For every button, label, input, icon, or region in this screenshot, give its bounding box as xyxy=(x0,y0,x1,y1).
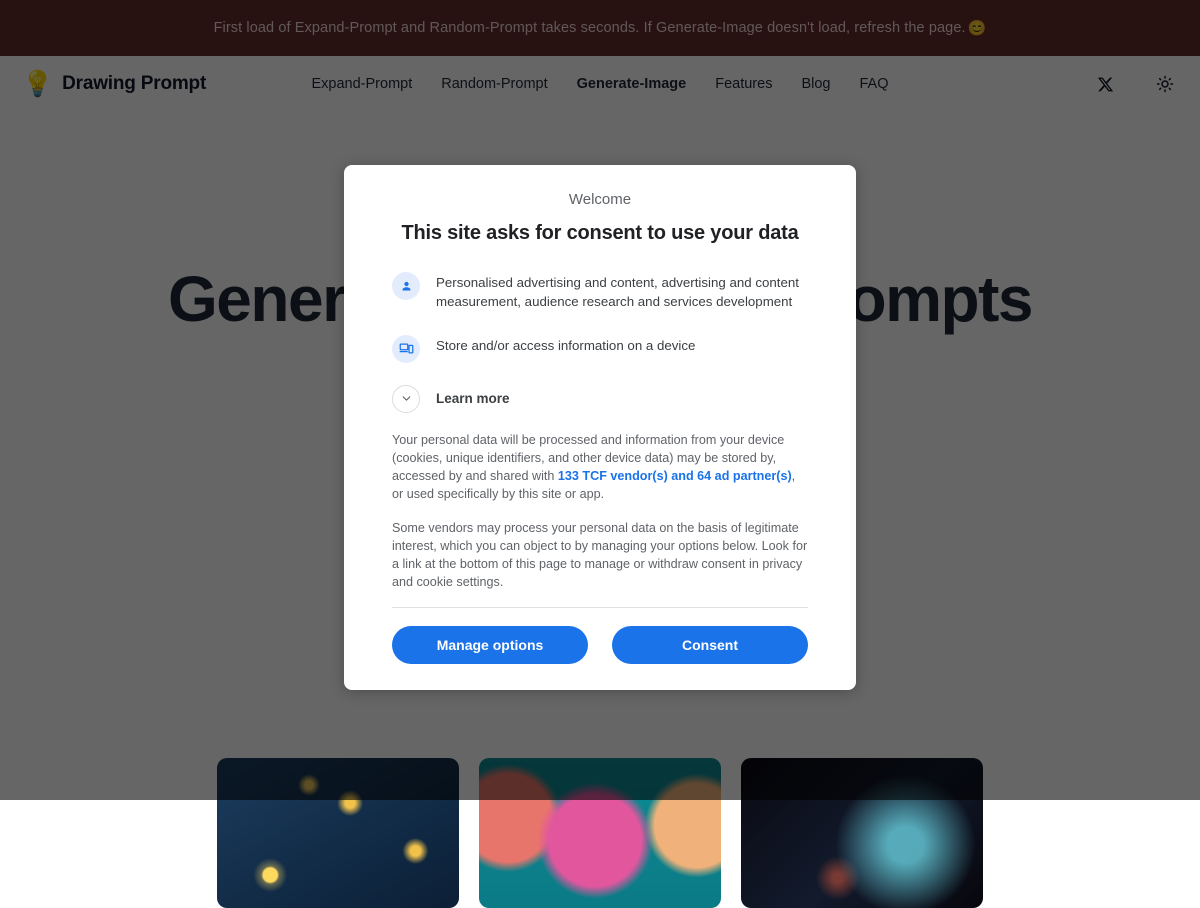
consent-purpose-label: Store and/or access information on a dev… xyxy=(436,334,695,355)
consent-overlay: Welcome This site asks for consent to us… xyxy=(0,0,1200,800)
consent-purpose-label: Personalised advertising and content, ad… xyxy=(436,271,808,312)
consent-actions: Manage options Consent xyxy=(392,626,808,664)
devices-icon xyxy=(392,335,420,363)
manage-options-button[interactable]: Manage options xyxy=(392,626,588,664)
consent-purpose-personalised-ads: Personalised advertising and content, ad… xyxy=(392,271,808,312)
consent-learn-more-toggle[interactable]: Learn more xyxy=(392,385,808,413)
consent-divider xyxy=(392,607,808,608)
consent-button[interactable]: Consent xyxy=(612,626,808,664)
consent-title: This site asks for consent to use your d… xyxy=(392,222,808,245)
consent-purpose-device-storage: Store and/or access information on a dev… xyxy=(392,334,808,363)
tcf-vendors-link[interactable]: 133 TCF vendor(s) and 64 ad partner(s) xyxy=(558,469,792,483)
consent-learn-more-label: Learn more xyxy=(436,391,510,406)
consent-welcome: Welcome xyxy=(392,191,808,208)
consent-paragraph-1: Your personal data will be processed and… xyxy=(392,431,808,503)
consent-dialog: Welcome This site asks for consent to us… xyxy=(344,165,856,690)
chevron-down-icon xyxy=(392,385,420,413)
consent-paragraph-2: Some vendors may process your personal d… xyxy=(392,519,808,591)
person-icon xyxy=(392,272,420,300)
